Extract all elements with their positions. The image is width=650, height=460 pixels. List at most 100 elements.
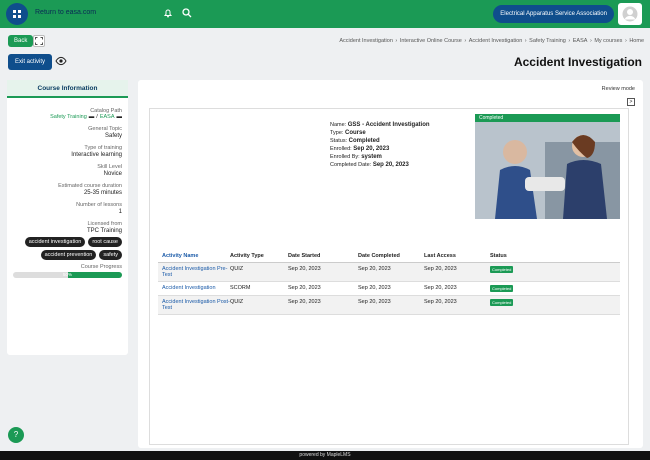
last-access: Sep 20, 2023 <box>424 299 457 305</box>
avatar[interactable] <box>618 3 642 25</box>
exit-activity-button[interactable]: Exit activity <box>8 54 53 70</box>
activity-link[interactable]: Accident Investigation <box>158 285 230 291</box>
activity-type: QUIZ <box>230 266 244 272</box>
crumb-home[interactable]: Accident Investigation <box>339 38 393 44</box>
user-icon <box>622 6 638 22</box>
folder-icon: ▬ <box>88 114 95 120</box>
tag[interactable]: safety <box>99 250 122 260</box>
activity-type: QUIZ <box>230 299 244 305</box>
skill-label: Skill Level <box>97 164 122 170</box>
bell-icon[interactable] <box>163 8 173 18</box>
date-completed: Sep 20, 2023 <box>358 266 391 272</box>
course-type: Course <box>344 130 366 136</box>
org-button[interactable]: Electrical Apparatus Service Association <box>493 5 614 23</box>
page-title: Accident Investigation <box>513 55 642 69</box>
expand-icon <box>35 37 43 45</box>
course-name: GSS - Accident Investigation <box>347 122 430 128</box>
enrolled-by-label: Enrolled By: <box>330 154 360 160</box>
crumb-home-root[interactable]: Home <box>629 38 644 44</box>
progress-text: 50% <box>62 272 72 277</box>
general-topic: Safety <box>104 133 122 139</box>
status-label: Status: <box>330 138 348 144</box>
col-date-started: Date Started <box>288 252 321 259</box>
general-topic-label: General Topic <box>88 126 122 132</box>
tag[interactable]: accident prevention <box>40 250 97 260</box>
course-status: Completed <box>348 138 380 144</box>
crumb-accident-investigation[interactable]: Accident Investigation <box>469 38 523 44</box>
folder-icon: ▬ <box>116 114 123 120</box>
help-button[interactable]: ? <box>8 427 24 443</box>
back-button[interactable]: Back <box>8 35 34 47</box>
licensed-label: Licensed from <box>87 221 122 227</box>
course-info-sidebar: Course Information Catalog Path Safety T… <box>7 80 128 355</box>
table-row: Accident Investigation Pre-Test QUIZ Sep… <box>158 263 620 282</box>
toggle-drawer-button[interactable]: > <box>627 98 635 106</box>
search-icon[interactable] <box>182 8 192 18</box>
review-mode-label: Review mode <box>601 86 635 92</box>
col-activity-type: Activity Type <box>230 252 264 259</box>
date-started: Sep 20, 2023 <box>288 285 321 291</box>
enrolled-date: Sep 20, 2023 <box>353 146 390 152</box>
licensed-value: TPC Training <box>86 228 122 234</box>
table-header: Activity Name Activity Type Date Started… <box>158 249 620 263</box>
eye-icon[interactable] <box>55 56 67 66</box>
skill-value: Novice <box>103 171 122 177</box>
sidebar-header: Course Information <box>7 80 128 98</box>
tag[interactable]: accident investigation <box>24 237 86 247</box>
activity-type: SCORM <box>230 285 251 291</box>
table-row: Accident Investigation Post-Test QUIZ Se… <box>158 296 620 315</box>
main-content: Review mode > Completed Name: GSS - Acci… <box>138 80 643 448</box>
date-completed: Sep 20, 2023 <box>358 285 391 291</box>
progress-bar: 50% <box>13 272 122 278</box>
col-last-access: Last Access <box>424 252 456 259</box>
catalog-path-safety[interactable]: Safety Training <box>50 114 87 120</box>
duration-value: 25-35 minutes <box>83 190 122 196</box>
crumb-interactive-course[interactable]: Interactive Online Course <box>400 38 462 44</box>
table-row: Accident Investigation SCORM Sep 20, 202… <box>158 282 620 296</box>
top-bar: Return to easa.com Electrical Apparatus … <box>0 0 650 28</box>
date-started: Sep 20, 2023 <box>288 266 321 272</box>
last-access: Sep 20, 2023 <box>424 266 457 272</box>
grid-menu-button[interactable] <box>6 3 28 25</box>
completed-date: Sep 20, 2023 <box>372 162 409 168</box>
activity-table: Activity Name Activity Type Date Started… <box>158 249 620 315</box>
footer: powered by MapleLMS <box>0 451 650 460</box>
return-link[interactable]: Return to easa.com <box>35 9 96 16</box>
breadcrumb: Accident Investigation › Interactive Onl… <box>339 38 644 44</box>
completed-label: Completed Date: <box>330 162 372 168</box>
lessons-label: Number of lessons <box>76 202 122 208</box>
type-value: Interactive learning <box>71 152 122 158</box>
course-summary-panel: Completed Name: GSS - Accident Investiga… <box>149 108 629 445</box>
fullscreen-button[interactable] <box>33 35 45 47</box>
status-badge: Completed <box>490 299 514 306</box>
crumb-safety-training[interactable]: Safety Training <box>529 38 566 44</box>
catalog-path: Safety Training ▬ / EASA ▬ <box>50 114 123 120</box>
catalog-path-easa[interactable]: EASA <box>100 114 115 120</box>
col-activity-name: Activity Name <box>162 252 199 259</box>
lessons-value: 1 <box>118 209 122 215</box>
date-started: Sep 20, 2023 <box>288 299 321 305</box>
type-info-label: Type: <box>330 130 344 136</box>
completed-strip: Completed <box>475 114 620 122</box>
enrolled-label: Enrolled: <box>330 146 352 152</box>
tag[interactable]: root cause <box>88 237 122 247</box>
crumb-easa[interactable]: EASA <box>573 38 588 44</box>
course-info: Name: GSS - Accident Investigation Type:… <box>330 121 470 169</box>
course-image: Completed <box>475 114 620 219</box>
tag-list: accident investigation root cause accide… <box>13 237 122 260</box>
col-status: Status <box>490 252 507 259</box>
type-label: Type of training <box>84 145 122 151</box>
col-date-completed: Date Completed <box>358 252 400 259</box>
status-badge: Completed <box>490 266 514 273</box>
name-label: Name: <box>330 122 347 128</box>
crumb-my-courses[interactable]: My courses <box>594 38 622 44</box>
progress-label: Course Progress <box>80 264 122 270</box>
grid-icon <box>13 10 21 18</box>
status-badge: Completed <box>490 285 514 292</box>
workers-illustration <box>475 122 620 219</box>
last-access: Sep 20, 2023 <box>424 285 457 291</box>
date-completed: Sep 20, 2023 <box>358 299 391 305</box>
activity-link[interactable]: Accident Investigation Post-Test <box>158 299 230 311</box>
activity-link[interactable]: Accident Investigation Pre-Test <box>158 266 230 278</box>
duration-label: Estimated course duration <box>58 183 122 189</box>
